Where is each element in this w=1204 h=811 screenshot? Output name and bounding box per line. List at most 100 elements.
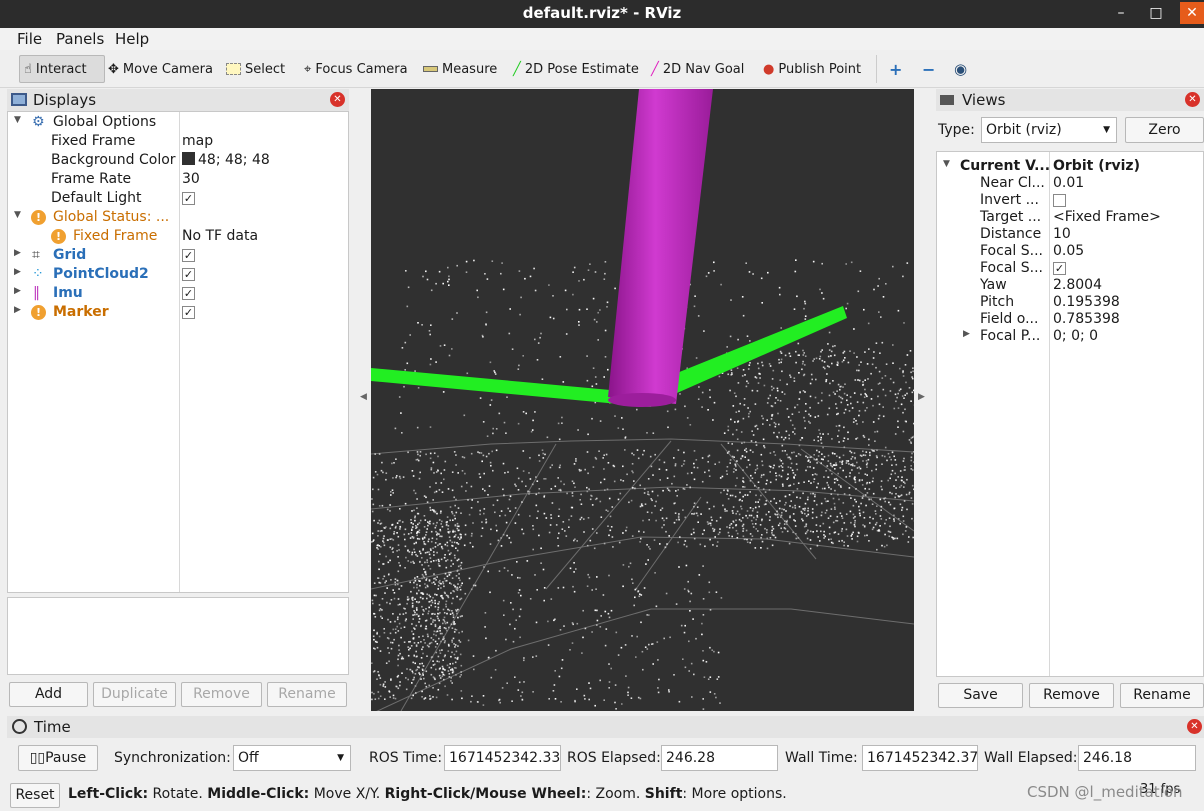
view-prop-row[interactable]: Focal S... 0.05 xyxy=(937,243,1204,260)
maximize-button[interactable]: □ xyxy=(1143,2,1169,24)
cloud-point xyxy=(902,520,905,522)
left-splitter-handle[interactable]: ◀ xyxy=(360,392,367,402)
expand-arrow-icon[interactable]: ▶ xyxy=(14,248,21,258)
pitch-value[interactable]: 0.195398 xyxy=(1053,294,1120,310)
view-prop-row[interactable]: Pitch 0.195398 xyxy=(937,294,1204,311)
collapse-arrow-icon[interactable]: ▼ xyxy=(943,159,950,169)
rename-display-button[interactable]: Rename xyxy=(267,682,347,707)
remove-display-button[interactable]: Remove xyxy=(181,682,262,707)
close-time-icon[interactable]: ✕ xyxy=(1187,719,1202,734)
expand-arrow-icon[interactable]: ▶ xyxy=(963,329,970,339)
field-of-view-value[interactable]: 0.785398 xyxy=(1053,311,1120,327)
view-prop-row[interactable]: Focal S... ✓ xyxy=(937,260,1204,277)
background-color-row[interactable]: Background Color 48; 48; 48 xyxy=(8,152,348,171)
frame-rate-row[interactable]: Frame Rate 30 xyxy=(8,171,348,190)
close-displays-icon[interactable]: ✕ xyxy=(330,92,345,107)
pointcloud2-checkbox[interactable]: ✓ xyxy=(182,267,195,281)
target-frame-value[interactable]: <Fixed Frame> xyxy=(1053,209,1161,225)
cloud-point xyxy=(761,518,763,521)
map-pin-icon: ● xyxy=(763,61,775,77)
fixed-frame-value[interactable]: map xyxy=(182,133,213,149)
default-light-row[interactable]: Default Light ✓ xyxy=(8,190,348,209)
save-view-button[interactable]: Save xyxy=(938,683,1023,708)
synchronization-select[interactable]: Off ▼ xyxy=(233,745,351,771)
view-prop-row[interactable]: Target ... <Fixed Frame> xyxy=(937,209,1204,226)
remove-view-button[interactable]: Remove xyxy=(1029,683,1114,708)
focus-camera-tool-button[interactable]: ⌖ Focus Camera xyxy=(304,55,408,83)
right-splitter-handle[interactable]: ▶ xyxy=(918,392,925,402)
minimize-button[interactable]: – xyxy=(1108,2,1134,24)
view-prop-row[interactable]: Near Cl... 0.01 xyxy=(937,175,1204,192)
near-clip-value[interactable]: 0.01 xyxy=(1053,175,1084,191)
view-prop-row[interactable]: Distance 10 xyxy=(937,226,1204,243)
wall-time-field[interactable]: 1671452342.37 xyxy=(862,745,978,771)
view-prop-row[interactable]: Yaw 2.8004 xyxy=(937,277,1204,294)
cloud-point xyxy=(905,493,908,496)
menu-help[interactable]: Help xyxy=(115,30,149,48)
fixed-frame-row[interactable]: Fixed Frame map xyxy=(8,133,348,152)
status-fixed-frame-row[interactable]: ! Fixed Frame No TF data xyxy=(8,228,348,247)
pose-estimate-tool-button[interactable]: ╱ 2D Pose Estimate xyxy=(513,55,639,83)
close-window-button[interactable]: ✕ xyxy=(1180,2,1204,24)
display-item-imu[interactable]: ▶ ‖ Imu ✓ xyxy=(8,285,348,304)
nav-goal-tool-button[interactable]: ╱ 2D Nav Goal xyxy=(651,55,744,83)
expand-arrow-icon[interactable]: ▶ xyxy=(14,267,21,277)
collapse-arrow-icon[interactable]: ▼ xyxy=(14,210,21,220)
cloud-point xyxy=(908,491,911,494)
rename-view-button[interactable]: Rename xyxy=(1120,683,1204,708)
cloud-point xyxy=(435,490,438,493)
wall-elapsed-field[interactable]: 246.18 xyxy=(1078,745,1196,771)
display-item-grid[interactable]: ▶ ⌗ Grid ✓ xyxy=(8,247,348,266)
measure-tool-button[interactable]: Measure xyxy=(423,55,497,83)
cloud-point xyxy=(532,419,534,422)
view-prop-row[interactable]: Field o... 0.785398 xyxy=(937,311,1204,328)
global-status-row[interactable]: ▼ ! Global Status: ... xyxy=(8,209,348,228)
render-3d-view[interactable] xyxy=(371,89,914,711)
reset-button[interactable]: Reset xyxy=(10,783,60,808)
menu-panels[interactable]: Panels xyxy=(56,30,104,48)
add-tool-icon[interactable]: + xyxy=(876,55,902,83)
invert-z-checkbox[interactable] xyxy=(1053,193,1066,207)
marker-checkbox[interactable]: ✓ xyxy=(182,305,195,319)
ros-elapsed-field[interactable]: 246.28 xyxy=(661,745,778,771)
move-camera-tool-button[interactable]: ✥ Move Camera xyxy=(108,55,213,83)
view-type-select[interactable]: Orbit (rviz) ▼ xyxy=(981,117,1117,143)
menu-file[interactable]: File xyxy=(17,30,42,48)
focal-point-value[interactable]: 0; 0; 0 xyxy=(1053,328,1098,344)
publish-point-tool-button[interactable]: ● Publish Point xyxy=(763,55,861,83)
yaw-value[interactable]: 2.8004 xyxy=(1053,277,1102,293)
3d-scene[interactable] xyxy=(371,89,914,711)
remove-tool-icon[interactable]: − xyxy=(922,55,935,83)
select-tool-button[interactable]: Select xyxy=(226,55,285,83)
background-color-value[interactable]: 48; 48; 48 xyxy=(182,152,270,168)
ros-time-field[interactable]: 1671452342.33 xyxy=(444,745,561,771)
eye-icon[interactable]: ◉ xyxy=(954,55,967,83)
focal-shape-fixed-checkbox[interactable]: ✓ xyxy=(1053,261,1066,275)
distance-value[interactable]: 10 xyxy=(1053,226,1071,242)
collapse-arrow-icon[interactable]: ▼ xyxy=(14,115,21,125)
global-options-row[interactable]: ▼ ⚙ Global Options xyxy=(8,114,348,133)
cloud-point xyxy=(779,293,781,296)
display-item-marker[interactable]: ▶ ! Marker ✓ xyxy=(8,304,348,323)
duplicate-display-button[interactable]: Duplicate xyxy=(93,682,176,707)
current-view-row[interactable]: ▼ Current V... Orbit (rviz) xyxy=(937,158,1204,175)
cloud-point xyxy=(812,360,814,362)
default-light-checkbox[interactable]: ✓ xyxy=(182,191,195,205)
frame-rate-value[interactable]: 30 xyxy=(182,171,200,187)
imu-checkbox[interactable]: ✓ xyxy=(182,286,195,300)
expand-arrow-icon[interactable]: ▶ xyxy=(14,286,21,296)
cloud-point xyxy=(414,598,416,600)
expand-arrow-icon[interactable]: ▶ xyxy=(14,305,21,315)
display-item-pointcloud2[interactable]: ▶ ⁘ PointCloud2 ✓ xyxy=(8,266,348,285)
grid-checkbox[interactable]: ✓ xyxy=(182,248,195,262)
close-views-icon[interactable]: ✕ xyxy=(1185,92,1200,107)
pause-button[interactable]: ▯▯Pause xyxy=(18,745,98,771)
view-prop-row[interactable]: ▶ Focal P... 0; 0; 0 xyxy=(937,328,1204,345)
cloud-point xyxy=(732,526,734,529)
add-display-button[interactable]: Add xyxy=(9,682,88,707)
interact-tool-button[interactable]: ☝ Interact xyxy=(19,55,105,83)
focal-shape-size-value[interactable]: 0.05 xyxy=(1053,243,1084,259)
cloud-point xyxy=(780,436,783,439)
view-prop-row[interactable]: Invert ... xyxy=(937,192,1204,209)
zero-button[interactable]: Zero xyxy=(1125,117,1204,143)
